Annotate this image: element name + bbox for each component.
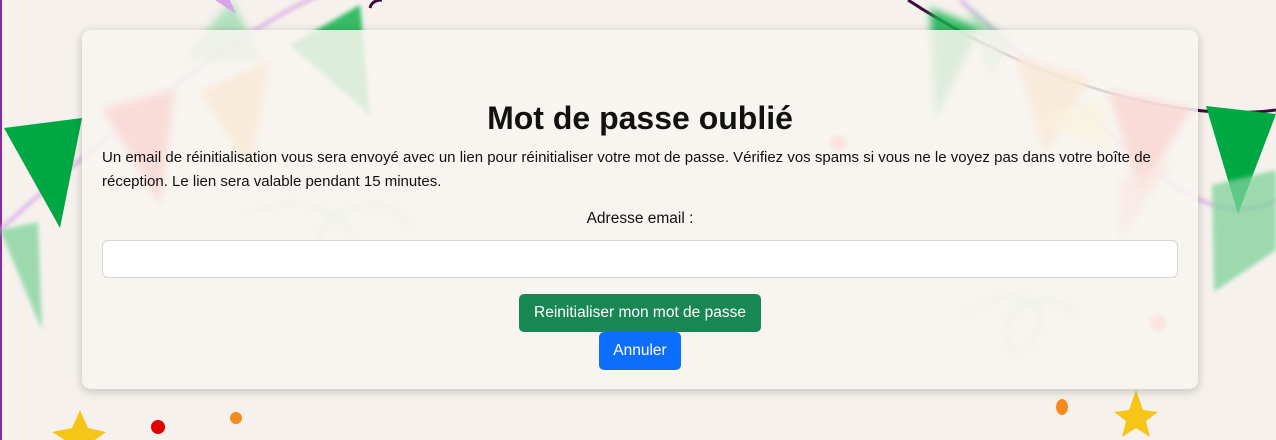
email-input[interactable] (102, 240, 1178, 278)
star-icon (52, 390, 1158, 440)
email-label: Adresse email : (586, 210, 694, 227)
instructions-text: Un email de réinitialisation vous sera e… (102, 149, 1151, 190)
cancel-button[interactable]: Annuler (599, 332, 681, 370)
reset-password-card: Mot de passe oublié Un email de réinitia… (82, 30, 1198, 389)
reset-password-button[interactable]: Reinitialiser mon mot de passe (519, 294, 761, 332)
page-title: Mot de passe oublié (487, 100, 793, 136)
